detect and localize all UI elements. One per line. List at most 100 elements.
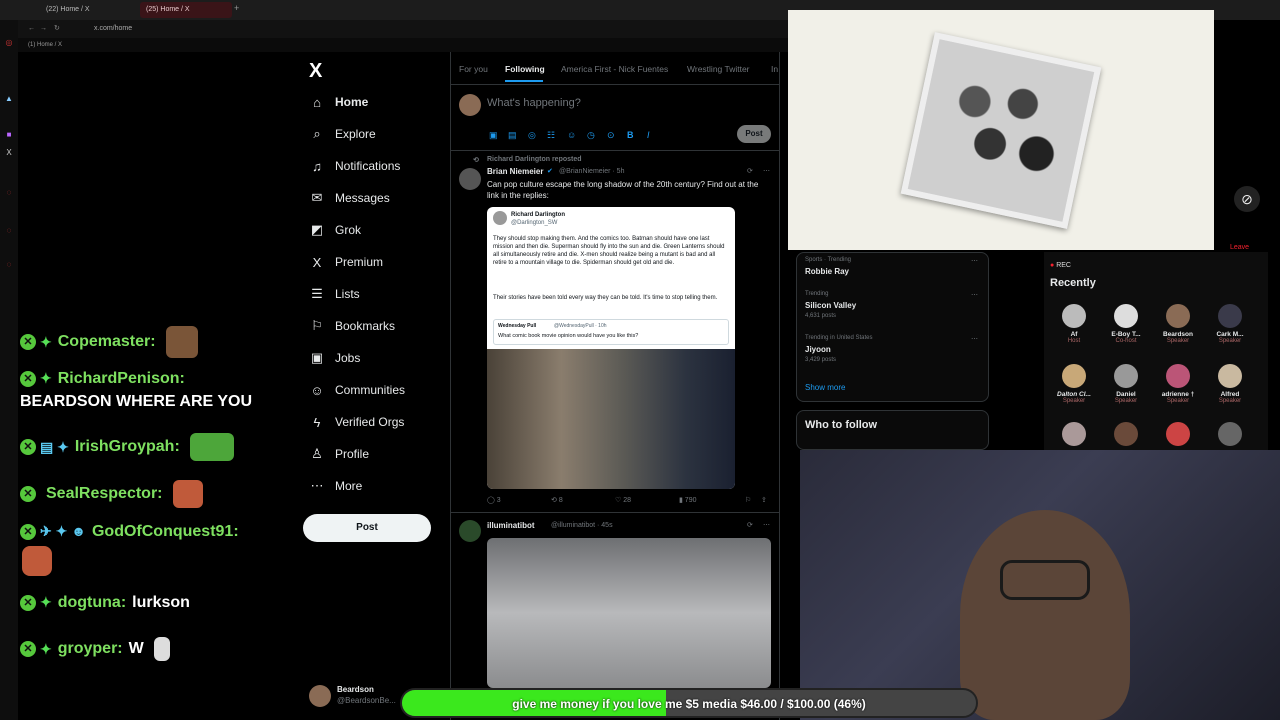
tab-list[interactable]: America First - Nick Fuentes [561,64,668,74]
tab-for-you[interactable]: For you [459,64,488,74]
trend-item[interactable]: Robbie Ray [805,267,849,276]
nav-bookmarks[interactable]: ⚐ Bookmarks [309,314,395,338]
rail-icon[interactable]: ■ [4,130,14,140]
repost-button[interactable]: ⟲ 8 [551,496,563,504]
italic-icon[interactable]: I [647,130,650,140]
rail-icon[interactable]: ◌ [4,226,14,236]
bookmark-icon[interactable]: ⚐ [745,496,751,504]
trend-item[interactable]: Jiyoon [805,345,831,354]
poll-icon[interactable]: ☷ [547,130,555,141]
space-participant[interactable]: Cark M... Speaker [1206,304,1254,344]
schedule-icon[interactable]: ◷ [587,130,595,141]
nav-verified-orgs[interactable]: ϟ Verified Orgs [309,410,405,434]
forward-icon[interactable]: → [40,20,47,38]
rail-icon[interactable]: ◎ [4,38,14,48]
more-icon[interactable]: ⋯ [763,521,770,529]
nav-profile[interactable]: ♙ Profile [309,442,369,466]
movie-still-image[interactable] [487,349,735,489]
space-participant[interactable]: Beardson Speaker [1154,304,1202,344]
new-tab-icon[interactable]: + [234,3,239,13]
show-more-link[interactable]: Show more [805,383,845,392]
media-icon[interactable]: ▣ [489,130,498,141]
rail-icon[interactable]: ◌ [4,188,14,198]
like-button[interactable]: ♡ 28 [615,496,631,504]
person-icon: ♙ [311,446,323,461]
avatar [459,94,481,116]
more-icon[interactable]: ⋯ [971,291,978,299]
url-text[interactable]: x.com/home [94,20,132,38]
band-photo-image [900,32,1102,229]
nav-more[interactable]: ⋯ More [309,474,363,498]
share-icon[interactable]: ⇪ [761,496,767,504]
rail-icon[interactable]: ◌ [4,260,14,270]
chat-line: ✕ ✦ Copemaster: [20,326,198,358]
nav-jobs[interactable]: ▣ Jobs [309,346,361,370]
x-logo-icon[interactable]: X [309,60,322,83]
chat-badge-icon: ✕ [20,641,36,657]
avatar[interactable] [1062,422,1086,446]
post-button[interactable]: Post [303,514,431,542]
nav-notifications[interactable]: ♫ Notifications [309,154,400,178]
nav-messages[interactable]: ✉ Messages [309,186,390,210]
reply-button[interactable]: ◯ 3 [487,496,501,504]
browser-tab-1[interactable]: (22) Home / X [40,2,96,18]
tweet-text: Can pop culture escape the long shadow o… [487,180,759,200]
more-icon[interactable]: ⋯ [763,167,770,175]
repost-label: Richard Darlington reposted [487,156,582,163]
tab-following[interactable]: Following [505,64,545,74]
band-photo [907,39,1095,222]
tab-list[interactable]: Wrestling Twitter [687,64,750,74]
views-button[interactable]: ▮ 790 [679,496,696,504]
divider [451,84,779,85]
rail-icon[interactable]: X [4,148,14,158]
bookmark-item[interactable]: (1) Home / X [28,38,62,52]
tweet-author[interactable]: Brian Niemeier [487,167,543,176]
rail-icon[interactable]: ▲ [4,94,14,104]
tab-list[interactable]: In [771,64,778,74]
space-participant[interactable]: Daniel Speaker [1102,364,1150,404]
reload-icon[interactable]: ↻ [54,20,60,38]
grok-icon[interactable]: ◎ [528,130,536,141]
avatar[interactable] [459,520,481,542]
browser-tab-2[interactable]: (25) Home / X [140,2,232,18]
url-bar: ← → ↻ x.com/home [0,20,790,38]
location-icon[interactable]: ⊙ [607,130,615,141]
nav-premium[interactable]: X Premium [309,250,383,274]
chat-badge-icon: ✕ [20,486,36,502]
space-participant[interactable]: Af Host [1050,304,1098,344]
space-participant[interactable]: E-Boy T... Co-host [1102,304,1150,344]
space-participant[interactable]: Dalton Cl... Speaker [1050,364,1098,404]
nav-lists[interactable]: ☰ Lists [309,282,360,306]
chat-badge-icon: ✕ [20,594,36,611]
back-icon[interactable]: ← [28,20,35,38]
chat-line: ✕ SealRespector: [20,480,203,508]
nav-grok[interactable]: ◩ Grok [309,218,361,242]
avatar[interactable] [459,168,481,190]
tweet-author[interactable]: illuminatibot [487,521,535,530]
more-icon[interactable]: ⋯ [971,335,978,343]
quoted-tweet-card[interactable]: Richard Darlington @Darlington_SW They s… [487,207,735,489]
space-participant[interactable]: adrienne † Speaker [1154,364,1202,404]
avatar[interactable] [1114,422,1138,446]
tweet-media-image[interactable] [487,538,771,688]
compose-input[interactable]: What's happening? [487,97,581,109]
emoji-icon[interactable]: ☺ [567,130,576,140]
nav-communities[interactable]: ☺ Communities [309,378,405,402]
leave-button[interactable]: Leave [1230,244,1249,251]
nav-explore[interactable]: ⌕ Explore [309,122,375,146]
glasses-icon [1000,560,1090,600]
no-entry-icon[interactable]: ⊘ [1234,186,1260,212]
grok-icon[interactable]: ⟳ [747,167,753,175]
bold-icon[interactable]: B [627,130,634,140]
trend-item[interactable]: Silicon Valley [805,301,856,310]
compose-post-button[interactable]: Post [737,125,771,143]
avatar[interactable] [1218,422,1242,446]
briefcase-icon: ▣ [310,350,324,365]
more-icon[interactable]: ⋯ [971,257,978,265]
gif-icon[interactable]: ▤ [508,130,517,141]
nav-home[interactable]: ⌂ Home [309,90,368,114]
space-participant[interactable]: Alfred Speaker [1206,364,1254,404]
grok-icon[interactable]: ⟳ [747,521,753,529]
who-to-follow-title: Who to follow [805,419,878,431]
avatar[interactable] [1166,422,1190,446]
